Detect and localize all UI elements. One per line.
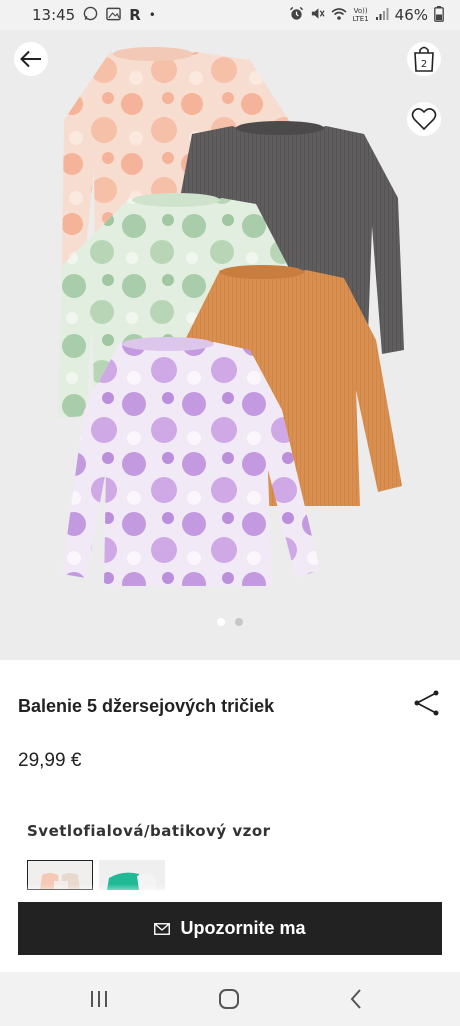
wishlist-button[interactable]	[407, 102, 441, 136]
carousel-dot-active[interactable]	[217, 618, 225, 626]
product-photo	[58, 47, 404, 586]
mute-icon	[310, 6, 325, 24]
product-title: Balenie 5 džersejových tričiek	[18, 696, 275, 716]
status-time: 13:45	[32, 6, 76, 24]
whatsapp-icon	[83, 6, 98, 24]
status-bar: 13:45 R • Vo)) LTE1 46%	[0, 0, 460, 30]
gallery-icon	[106, 7, 121, 24]
alarm-icon	[289, 6, 304, 24]
signal-icon	[375, 7, 389, 24]
share-button[interactable]	[412, 688, 442, 718]
back-icon	[350, 989, 361, 1009]
notify-me-label: Upozornite ma	[180, 918, 306, 938]
share-icon	[414, 690, 439, 716]
product-price: 29,99 €	[18, 750, 82, 771]
recent-apps-button[interactable]	[86, 986, 112, 1012]
back-button[interactable]	[14, 42, 48, 76]
selected-color-label: Svetlofialová/batikový vzor	[27, 822, 271, 840]
carousel-dot[interactable]	[235, 618, 243, 626]
recent-apps-icon	[91, 991, 107, 1007]
bag-count: 2	[421, 59, 427, 70]
wifi-icon	[331, 7, 347, 24]
battery-icon	[434, 5, 444, 25]
carousel-indicator	[0, 618, 460, 626]
carrier-badge: R	[129, 6, 141, 24]
volte-indicator: Vo)) LTE1	[353, 7, 369, 23]
battery-percent: 46%	[394, 6, 428, 24]
system-navigation-bar	[0, 972, 460, 1026]
volte-top: Vo))	[353, 7, 368, 15]
product-image-carousel[interactable]: 2	[0, 30, 460, 660]
volte-bottom: LTE1	[352, 15, 369, 23]
home-button[interactable]	[216, 986, 242, 1012]
notify-me-button[interactable]: Upozornite ma	[18, 902, 442, 955]
arrow-left-icon	[20, 50, 41, 68]
status-bullet: •	[148, 8, 156, 22]
mail-icon	[154, 922, 171, 935]
heart-icon	[411, 108, 437, 131]
shopping-bag-icon: 2	[414, 46, 434, 72]
home-icon	[219, 989, 239, 1009]
content-fade	[0, 884, 460, 900]
system-back-button[interactable]	[344, 986, 370, 1012]
shopping-bag-button[interactable]: 2	[407, 42, 441, 76]
